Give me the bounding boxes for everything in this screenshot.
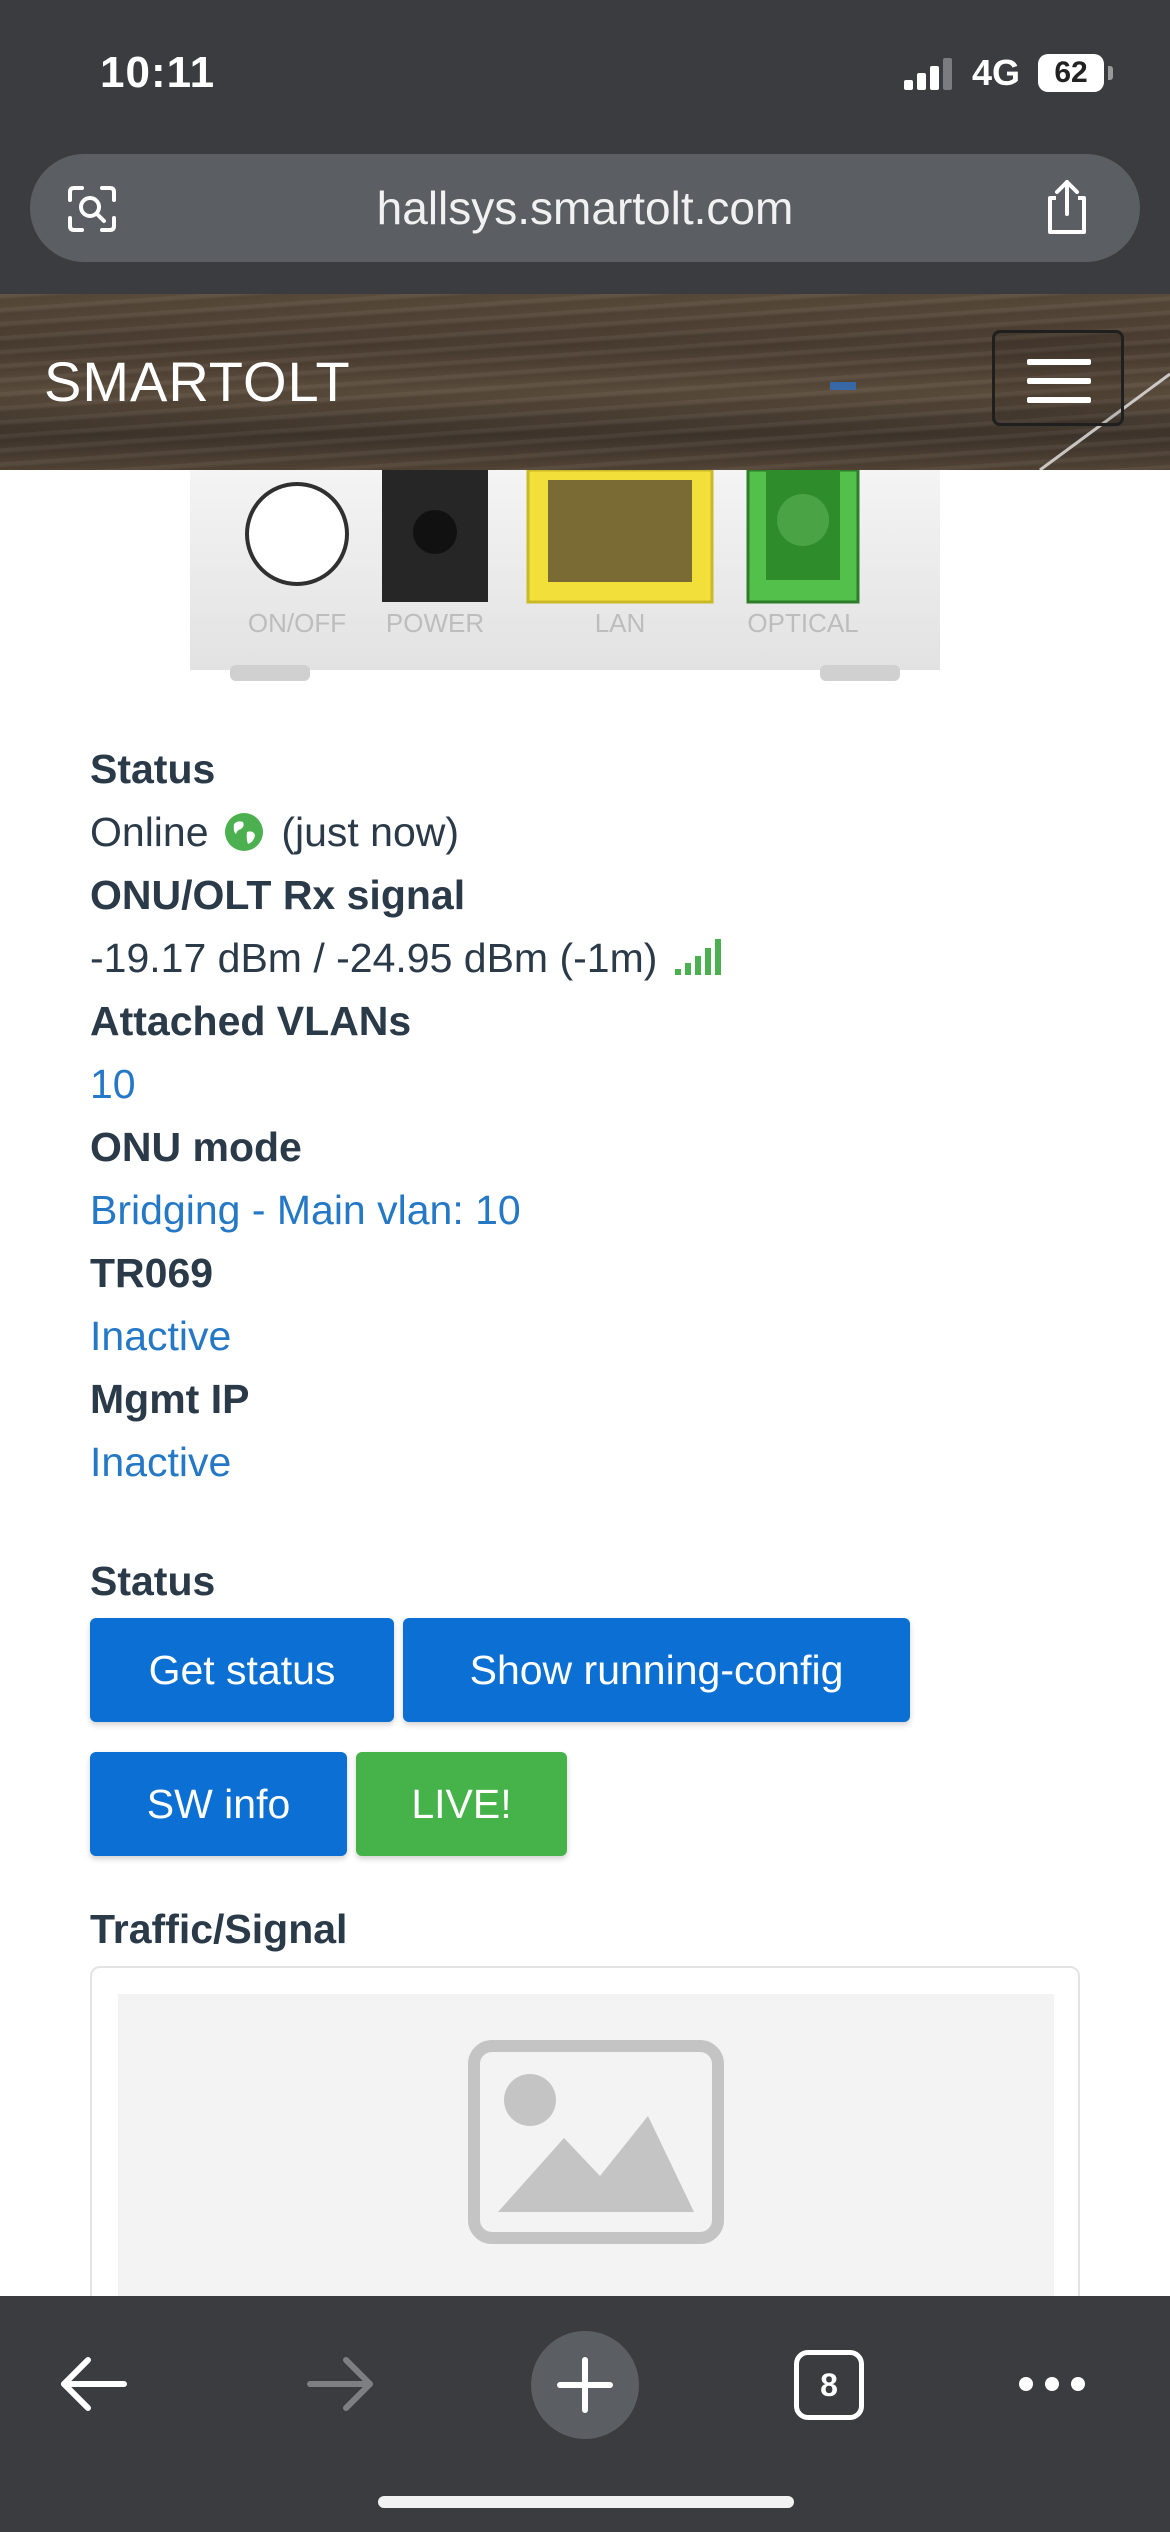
live-button[interactable]: LIVE! (356, 1752, 567, 1856)
onu-mode-label: ONU mode (90, 1124, 302, 1170)
tr069-label: TR069 (90, 1250, 214, 1296)
new-tab-button[interactable] (530, 2330, 640, 2440)
home-indicator[interactable] (378, 2496, 794, 2508)
port-label-power: POWER (386, 608, 484, 638)
browser-address-area: hallsys.smartolt.com (0, 148, 1170, 294)
back-icon[interactable] (58, 2356, 130, 2412)
get-status-button[interactable]: Get status (90, 1618, 394, 1722)
menu-bar-middle (1027, 378, 1091, 384)
vlans-link[interactable]: 10 (90, 1053, 1090, 1116)
signal-value-row: -19.17 dBm / -24.95 dBm (-1m) (90, 927, 1090, 990)
status-value: Online (90, 809, 209, 855)
traffic-section-title: Traffic/Signal (90, 1906, 348, 1952)
onu-mode-link[interactable]: Bridging - Main vlan: 10 (90, 1179, 1090, 1242)
site-navbar: SMARTOLT (0, 294, 1170, 470)
signal-strength-icon (674, 939, 721, 976)
cellular-signal-icon (904, 58, 952, 90)
signal-label: ONU/OLT Rx signal (90, 872, 466, 918)
vlans-label: Attached VLANs (90, 998, 412, 1044)
show-running-config-button[interactable]: Show running-config (403, 1618, 910, 1722)
tr069-link[interactable]: Inactive (90, 1305, 1090, 1368)
tab-count-button[interactable]: 8 (794, 2350, 864, 2420)
port-label-lan: LAN (595, 608, 646, 638)
signal-value: -19.17 dBm / -24.95 dBm (-1m) (90, 935, 658, 981)
ios-status-bar: 10:11 4G 62 (0, 0, 1170, 148)
address-bar[interactable]: hallsys.smartolt.com (30, 154, 1140, 262)
globe-icon (224, 813, 263, 852)
status-time: (just now) (281, 809, 460, 855)
sw-info-button[interactable]: SW info (90, 1752, 347, 1856)
onu-device-image: ON/OFF POWER LAN OPTICAL (190, 470, 940, 681)
forward-icon[interactable] (304, 2356, 376, 2412)
browser-toolbar: 8 (0, 2296, 1170, 2532)
status-label: Status (90, 746, 216, 792)
share-icon[interactable] (1042, 178, 1092, 236)
mgmt-ip-label: Mgmt IP (90, 1376, 250, 1422)
url-text: hallsys.smartolt.com (376, 182, 794, 234)
hamburger-menu-button[interactable] (992, 330, 1124, 426)
more-options-icon[interactable] (1016, 2372, 1088, 2396)
actions-section-title: Status (90, 1558, 216, 1604)
network-type: 4G (972, 52, 1021, 93)
battery-icon: 62 (1038, 54, 1104, 92)
menu-bar-bottom (1027, 397, 1091, 403)
status-value-row: Online (just now) (90, 801, 1090, 864)
battery-tip (1108, 66, 1113, 80)
onu-info-list: Status Online (just now) ONU/OLT Rx sign… (90, 738, 1090, 1494)
port-label-optical: OPTICAL (747, 608, 858, 638)
brand-logo[interactable]: SMARTOLT (44, 294, 351, 470)
menu-bar-top (1027, 359, 1091, 365)
clock: 10:11 (100, 48, 216, 97)
image-placeholder-icon (468, 2040, 724, 2244)
mgmt-ip-link[interactable]: Inactive (90, 1431, 1090, 1494)
port-label-onoff: ON/OFF (248, 608, 346, 638)
